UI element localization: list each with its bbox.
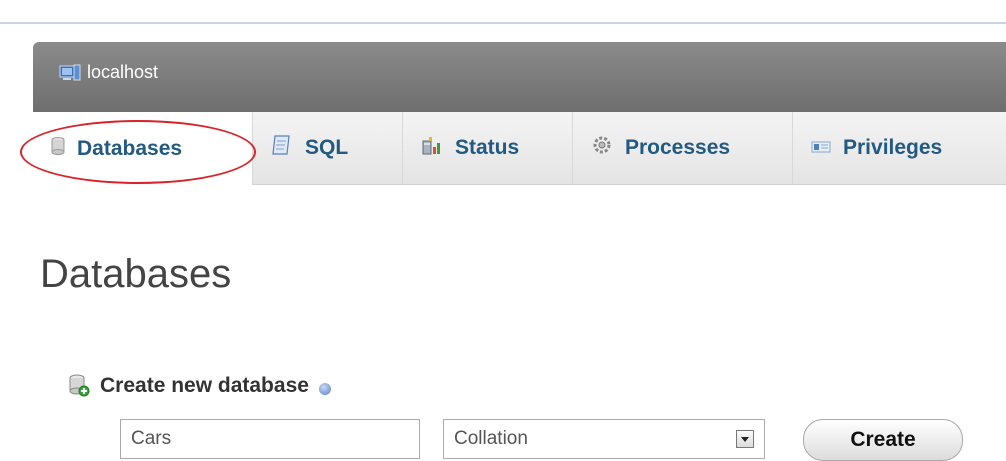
page-title: Databases	[40, 252, 232, 296]
privileges-icon	[811, 136, 831, 160]
server-breadcrumb-bar: localhost	[33, 42, 1006, 112]
tab-databases[interactable]: Databases	[33, 112, 253, 185]
tab-privileges[interactable]: Privileges	[793, 112, 1006, 184]
tab-label: Processes	[625, 136, 731, 159]
tab-processes[interactable]: Processes	[573, 112, 793, 184]
database-name-input[interactable]: Cars	[120, 419, 420, 459]
status-icon	[421, 135, 443, 161]
add-database-icon	[68, 374, 90, 398]
tab-status[interactable]: Status	[403, 112, 573, 184]
tab-label: SQL	[305, 136, 349, 159]
main-tabs: Databases SQL Status Processes Privilege…	[33, 112, 1006, 185]
collation-select[interactable]: Collation	[443, 419, 765, 459]
collation-label: Collation	[454, 428, 528, 449]
database-icon	[51, 136, 65, 161]
help-icon[interactable]	[318, 383, 331, 395]
tab-label: Databases	[77, 136, 183, 160]
server-icon	[59, 64, 81, 82]
tab-sql[interactable]: SQL	[253, 112, 403, 184]
create-button[interactable]: Create	[803, 419, 963, 461]
tab-label: Status	[455, 136, 520, 159]
create-database-heading: Create new database	[68, 374, 331, 398]
sql-icon	[271, 134, 293, 162]
processes-icon	[591, 134, 613, 162]
server-label: localhost	[87, 62, 159, 82]
tab-label: Privileges	[843, 136, 943, 159]
create-database-label: Create new database	[100, 374, 309, 397]
top-strip	[0, 0, 1006, 24]
chevron-down-icon[interactable]	[736, 430, 754, 448]
server-breadcrumb[interactable]: localhost	[59, 62, 158, 83]
